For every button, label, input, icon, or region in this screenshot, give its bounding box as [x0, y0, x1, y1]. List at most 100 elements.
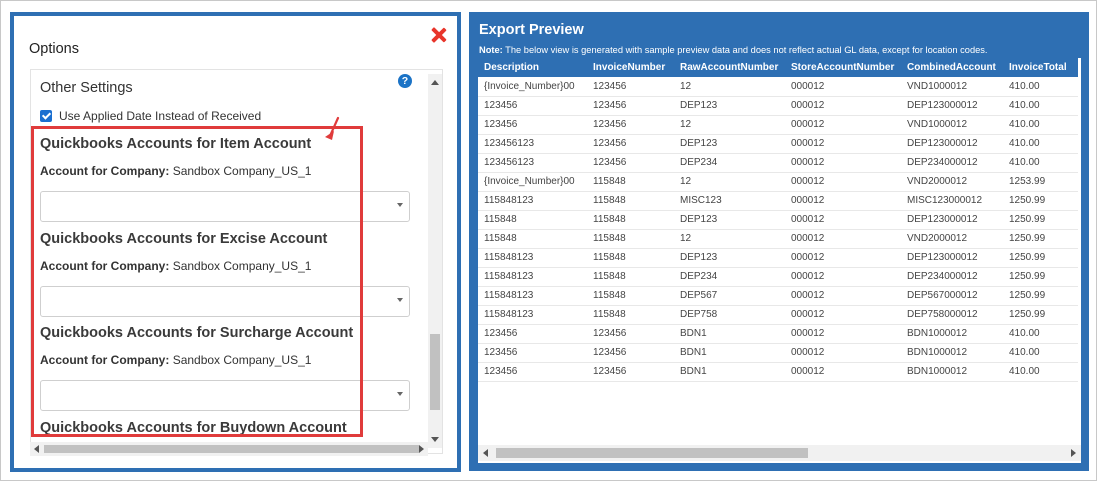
- table-row: 115848123 115848 DEP758 000012 DEP758000012 1…: [478, 305, 1078, 325]
- table-cell: 115848: [587, 286, 674, 306]
- table-cell: 000012: [785, 210, 901, 230]
- applied-date-checkbox-row[interactable]: Use Applied Date Instead of Received: [40, 109, 261, 123]
- preview-horizontal-scrollbar[interactable]: [478, 445, 1081, 461]
- table-row: 123456123 123456 DEP234 000012 DEP234000012 4…: [478, 153, 1078, 173]
- table-cell: DEP234: [674, 267, 785, 287]
- table-cell: 1250.99: [1003, 191, 1078, 211]
- help-icon[interactable]: ?: [398, 74, 412, 88]
- table-cell: 000012: [785, 96, 901, 116]
- table-row: 115848123 115848 DEP567 000012 DEP567000012 1…: [478, 286, 1078, 306]
- table-row: 115848123 115848 MISC123 000012 MISC12300001…: [478, 191, 1078, 211]
- table-cell: 115848: [587, 210, 674, 230]
- column-header[interactable]: InvoiceTotal: [1003, 58, 1078, 77]
- column-header[interactable]: InvoiceNumber: [587, 58, 674, 77]
- export-preview-panel: Export Preview Note: The below view is g…: [469, 12, 1089, 471]
- scroll-thumb[interactable]: [496, 448, 808, 458]
- table-cell: 115848: [587, 248, 674, 268]
- scroll-thumb[interactable]: [430, 334, 440, 410]
- table-cell: 115848: [587, 267, 674, 287]
- table-cell: 000012: [785, 172, 901, 192]
- table-cell: 12: [674, 77, 785, 97]
- table-cell: 123456: [587, 153, 674, 173]
- table-cell: BDN1000012: [901, 324, 1003, 344]
- table-cell: 123456: [587, 343, 674, 363]
- table-cell: BDN1: [674, 343, 785, 363]
- applied-date-checkbox[interactable]: [40, 110, 52, 122]
- table-cell: 000012: [785, 267, 901, 287]
- table-cell: 1250.99: [1003, 305, 1078, 325]
- table-row: {Invoice_Number}00 123456 12 000012 VND10000…: [478, 77, 1078, 97]
- vertical-scrollbar[interactable]: [428, 74, 442, 448]
- table-cell: 12: [674, 229, 785, 249]
- chevron-down-icon: [397, 203, 403, 207]
- export-preview-title: Export Preview: [479, 22, 584, 38]
- table-cell: VND1000012: [901, 115, 1003, 135]
- table-cell: 000012: [785, 191, 901, 211]
- table-cell: 000012: [785, 286, 901, 306]
- table-cell: MISC123: [674, 191, 785, 211]
- scroll-up-icon[interactable]: [431, 80, 439, 85]
- table-cell: 000012: [785, 229, 901, 249]
- table-row: 115848123 115848 DEP123 000012 DEP123000012 1…: [478, 248, 1078, 268]
- table-cell: 123456: [478, 115, 587, 135]
- table-cell: DEP567000012: [901, 286, 1003, 306]
- table-cell: 1250.99: [1003, 229, 1078, 249]
- table-row: 123456123 123456 DEP123 000012 DEP123000012 4…: [478, 134, 1078, 154]
- table-cell: 410.00: [1003, 343, 1078, 363]
- preview-table-container: Description InvoiceNumber RawAccountNumb…: [478, 58, 1081, 463]
- table-cell: 123456: [587, 362, 674, 382]
- table-cell: 000012: [785, 362, 901, 382]
- column-header[interactable]: CombinedAccount: [901, 58, 1003, 77]
- column-header[interactable]: RawAccountNumber: [674, 58, 785, 77]
- table-cell: DEP234000012: [901, 267, 1003, 287]
- table-row: 123456 123456 12 000012 VND1000012 410.00: [478, 115, 1078, 135]
- table-cell: 1250.99: [1003, 286, 1078, 306]
- table-cell: 000012: [785, 153, 901, 173]
- table-cell: DEP758: [674, 305, 785, 325]
- table-cell: 115848: [478, 229, 587, 249]
- table-cell: 000012: [785, 324, 901, 344]
- note-label: Note:: [479, 45, 503, 55]
- table-cell: DEP758000012: [901, 305, 1003, 325]
- table-cell: 410.00: [1003, 324, 1078, 344]
- table-cell: 123456: [478, 362, 587, 382]
- table-cell: 000012: [785, 115, 901, 135]
- chevron-down-icon: [397, 298, 403, 302]
- table-row: 123456 123456 BDN1 000012 BDN1000012 410.00: [478, 343, 1078, 363]
- screenshot-canvas: Options Other Settings ? Use Applied Dat…: [0, 0, 1097, 481]
- export-preview-note: Note: The below view is generated with s…: [479, 45, 988, 55]
- table-cell: 115848123: [478, 191, 587, 211]
- table-cell: MISC123000012: [901, 191, 1003, 211]
- table-cell: 115848: [587, 191, 674, 211]
- scroll-right-icon[interactable]: [419, 445, 424, 453]
- table-row: 115848123 115848 DEP234 000012 DEP234000012 1…: [478, 267, 1078, 287]
- table-cell: DEP123: [674, 248, 785, 268]
- table-cell: VND2000012: [901, 172, 1003, 192]
- table-cell: 115848123: [478, 305, 587, 325]
- scroll-down-icon[interactable]: [431, 437, 439, 442]
- table-row: 123456 123456 DEP123 000012 DEP123000012 410.…: [478, 96, 1078, 116]
- scroll-left-icon[interactable]: [483, 449, 488, 457]
- table-cell: 115848: [587, 305, 674, 325]
- close-icon[interactable]: [430, 26, 448, 44]
- table-cell: BDN1: [674, 362, 785, 382]
- table-header-row: Description InvoiceNumber RawAccountNumb…: [478, 58, 1078, 77]
- note-text: The below view is generated with sample …: [502, 45, 988, 55]
- table-cell: BDN1000012: [901, 362, 1003, 382]
- table-cell: 1250.99: [1003, 267, 1078, 287]
- column-header[interactable]: Description: [478, 58, 587, 77]
- scroll-thumb[interactable]: [44, 445, 419, 453]
- column-header[interactable]: StoreAccountNumber: [785, 58, 901, 77]
- table-row: 115848 115848 DEP123 000012 DEP123000012 1250…: [478, 210, 1078, 230]
- scroll-right-icon[interactable]: [1071, 449, 1076, 457]
- table-cell: 410.00: [1003, 153, 1078, 173]
- scroll-left-icon[interactable]: [34, 445, 39, 453]
- table-row: 123456 123456 BDN1 000012 BDN1000012 410.00: [478, 324, 1078, 344]
- table-cell: 123456: [587, 96, 674, 116]
- table-cell: 410.00: [1003, 77, 1078, 97]
- table-row: 123456 123456 BDN1 000012 BDN1000012 410.00: [478, 362, 1078, 382]
- table-cell: VND1000012: [901, 77, 1003, 97]
- table-cell: 115848: [587, 172, 674, 192]
- table-cell: 115848123: [478, 267, 587, 287]
- horizontal-scrollbar[interactable]: [30, 442, 428, 456]
